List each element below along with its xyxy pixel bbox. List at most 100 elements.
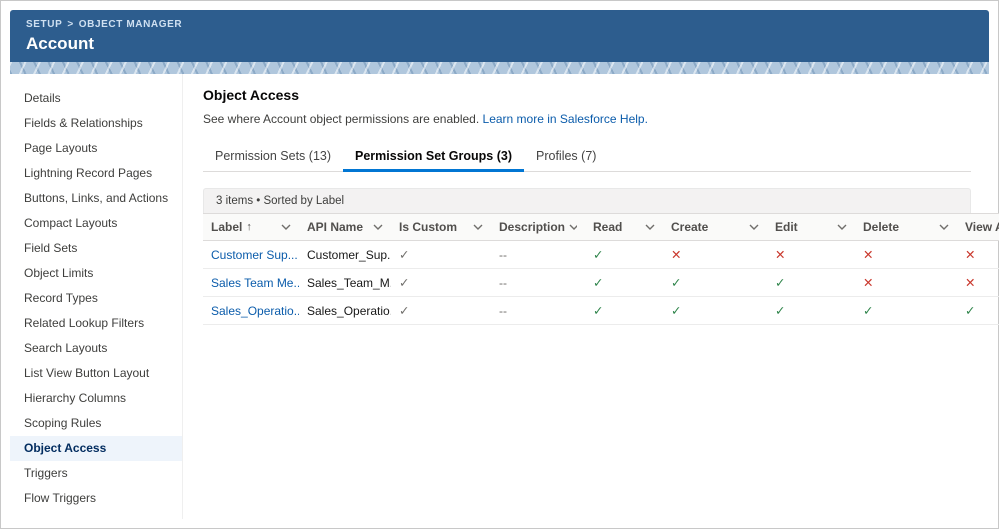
sidebar-item-label: Page Layouts: [24, 141, 97, 155]
column-header-label: Read: [593, 220, 622, 234]
sidebar-item-label: Field Sets: [24, 241, 77, 255]
cell-text: Customer_Sup...: [307, 248, 391, 262]
sidebar-item-details[interactable]: Details: [10, 86, 182, 111]
table-row: Sales_Operatio...Sales_Operatio...✓--✓✓✓…: [203, 297, 999, 325]
column-header-label: Description: [499, 220, 565, 234]
table-cell: ✓: [391, 241, 491, 269]
table-row: Sales Team Me...Sales_Team_M...✓--✓✓✓✕✕✕: [203, 269, 999, 297]
check-icon: ✓: [399, 247, 409, 262]
table-header-row: Label↑API Name Is Custom Description Read Cr…: [203, 214, 999, 241]
table-cell: ✓: [855, 297, 957, 325]
table-cell: ✕: [767, 241, 855, 269]
sidebar-item-page-layouts[interactable]: Page Layouts: [10, 136, 182, 161]
table-cell: ✕: [663, 241, 767, 269]
column-header-description[interactable]: Description: [491, 214, 585, 241]
sidebar: Details Fields & Relationships Page Layout…: [10, 74, 183, 519]
check-icon: ✓: [671, 275, 681, 290]
column-header-is-custom[interactable]: Is Custom: [391, 214, 491, 241]
table-cell: Sales_Team_M...: [299, 269, 391, 297]
table-cell: ✕: [957, 241, 999, 269]
setup-header: SETUP > OBJECT MANAGER Account: [10, 10, 989, 62]
chevron-down-icon[interactable]: [645, 224, 655, 230]
sidebar-item-list-view-button-layout[interactable]: List View Button Layout: [10, 361, 182, 386]
column-header-read[interactable]: Read: [585, 214, 663, 241]
row-label-link[interactable]: Sales_Operatio...: [211, 304, 299, 318]
check-icon: ✓: [965, 303, 975, 318]
column-header-create[interactable]: Create: [663, 214, 767, 241]
chevron-down-icon[interactable]: [939, 224, 949, 230]
tab-profiles-7[interactable]: Profiles (7): [524, 141, 608, 172]
sidebar-item-flow-triggers[interactable]: Flow Triggers: [10, 486, 182, 511]
column-header-label: Delete: [863, 220, 899, 234]
sidebar-item-record-types[interactable]: Record Types: [10, 286, 182, 311]
check-icon: ✓: [593, 303, 603, 318]
row-label-link[interactable]: Sales Team Me...: [211, 276, 299, 290]
permissions-table: Label↑API Name Is Custom Description Read Cr…: [203, 213, 999, 325]
cell-text: --: [499, 248, 507, 262]
chevron-down-icon[interactable]: [373, 224, 383, 230]
sidebar-item-related-lookup-filters[interactable]: Related Lookup Filters: [10, 311, 182, 336]
table-cell: ✓: [585, 241, 663, 269]
x-icon: ✕: [863, 247, 873, 262]
sidebar-item-hierarchy-columns[interactable]: Hierarchy Columns: [10, 386, 182, 411]
table-cell: Customer_Sup...: [299, 241, 391, 269]
column-header-delete[interactable]: Delete: [855, 214, 957, 241]
tab-permission-set-groups-3[interactable]: Permission Set Groups (3): [343, 141, 524, 172]
column-header-label: Edit: [775, 220, 798, 234]
sidebar-item-label: Flow Triggers: [24, 491, 96, 505]
x-icon: ✕: [671, 247, 681, 262]
cell-text: --: [499, 304, 507, 318]
column-header-view-all[interactable]: View All: [957, 214, 999, 241]
column-header-label[interactable]: Label↑: [203, 214, 299, 241]
sidebar-item-field-sets[interactable]: Field Sets: [10, 236, 182, 261]
column-header-label: Is Custom: [399, 220, 457, 234]
sidebar-item-label: Details: [24, 91, 61, 105]
table-cell: --: [491, 241, 585, 269]
sidebar-item-label: Lightning Record Pages: [24, 166, 152, 180]
sidebar-item-buttons-links-and-actions[interactable]: Buttons, Links, and Actions: [10, 186, 182, 211]
x-icon: ✕: [965, 275, 975, 290]
sidebar-item-label: Compact Layouts: [24, 216, 117, 230]
page-title: Account: [26, 34, 973, 54]
check-icon: ✓: [775, 303, 785, 318]
table-summary: 3 items • Sorted by Label: [203, 188, 971, 213]
breadcrumb: SETUP > OBJECT MANAGER: [26, 19, 973, 30]
tab-permission-sets-13[interactable]: Permission Sets (13): [203, 141, 343, 172]
table-cell: Customer Sup...: [203, 241, 299, 269]
breadcrumb-object-manager-link[interactable]: OBJECT MANAGER: [79, 19, 182, 30]
sidebar-item-label: Fields & Relationships: [24, 116, 143, 130]
sidebar-item-object-limits[interactable]: Object Limits: [10, 261, 182, 286]
sidebar-item-object-access[interactable]: Object Access: [10, 436, 182, 461]
sidebar-item-compact-layouts[interactable]: Compact Layouts: [10, 211, 182, 236]
check-icon: ✓: [399, 275, 409, 290]
header-decoration-pattern: [10, 62, 989, 74]
cell-text: --: [499, 276, 507, 290]
chevron-down-icon[interactable]: [837, 224, 847, 230]
table-cell: ✕: [957, 269, 999, 297]
chevron-down-icon[interactable]: [749, 224, 759, 230]
table-cell: ✕: [855, 241, 957, 269]
check-icon: ✓: [671, 303, 681, 318]
chevron-down-icon[interactable]: [473, 224, 483, 230]
check-icon: ✓: [399, 303, 409, 318]
help-link[interactable]: Learn more in Salesforce Help.: [483, 112, 648, 126]
table-cell: Sales_Operatio...: [203, 297, 299, 325]
chevron-down-icon[interactable]: [569, 224, 577, 230]
chevron-down-icon[interactable]: [281, 224, 291, 230]
sidebar-item-lightning-record-pages[interactable]: Lightning Record Pages: [10, 161, 182, 186]
sidebar-item-search-layouts[interactable]: Search Layouts: [10, 336, 182, 361]
sidebar-item-scoping-rules[interactable]: Scoping Rules: [10, 411, 182, 436]
description-text: See where Account object permissions are…: [203, 112, 479, 126]
sidebar-item-fields-relationships[interactable]: Fields & Relationships: [10, 111, 182, 136]
row-label-link[interactable]: Customer Sup...: [211, 248, 298, 262]
table-cell: ✓: [585, 269, 663, 297]
check-icon: ✓: [775, 275, 785, 290]
table-cell: ✓: [957, 297, 999, 325]
column-header-edit[interactable]: Edit: [767, 214, 855, 241]
sidebar-item-triggers[interactable]: Triggers: [10, 461, 182, 486]
sidebar-item-label: Hierarchy Columns: [24, 391, 126, 405]
column-header-api-name[interactable]: API Name: [299, 214, 391, 241]
breadcrumb-setup-link[interactable]: SETUP: [26, 19, 62, 30]
table-cell: --: [491, 269, 585, 297]
check-icon: ✓: [863, 303, 873, 318]
